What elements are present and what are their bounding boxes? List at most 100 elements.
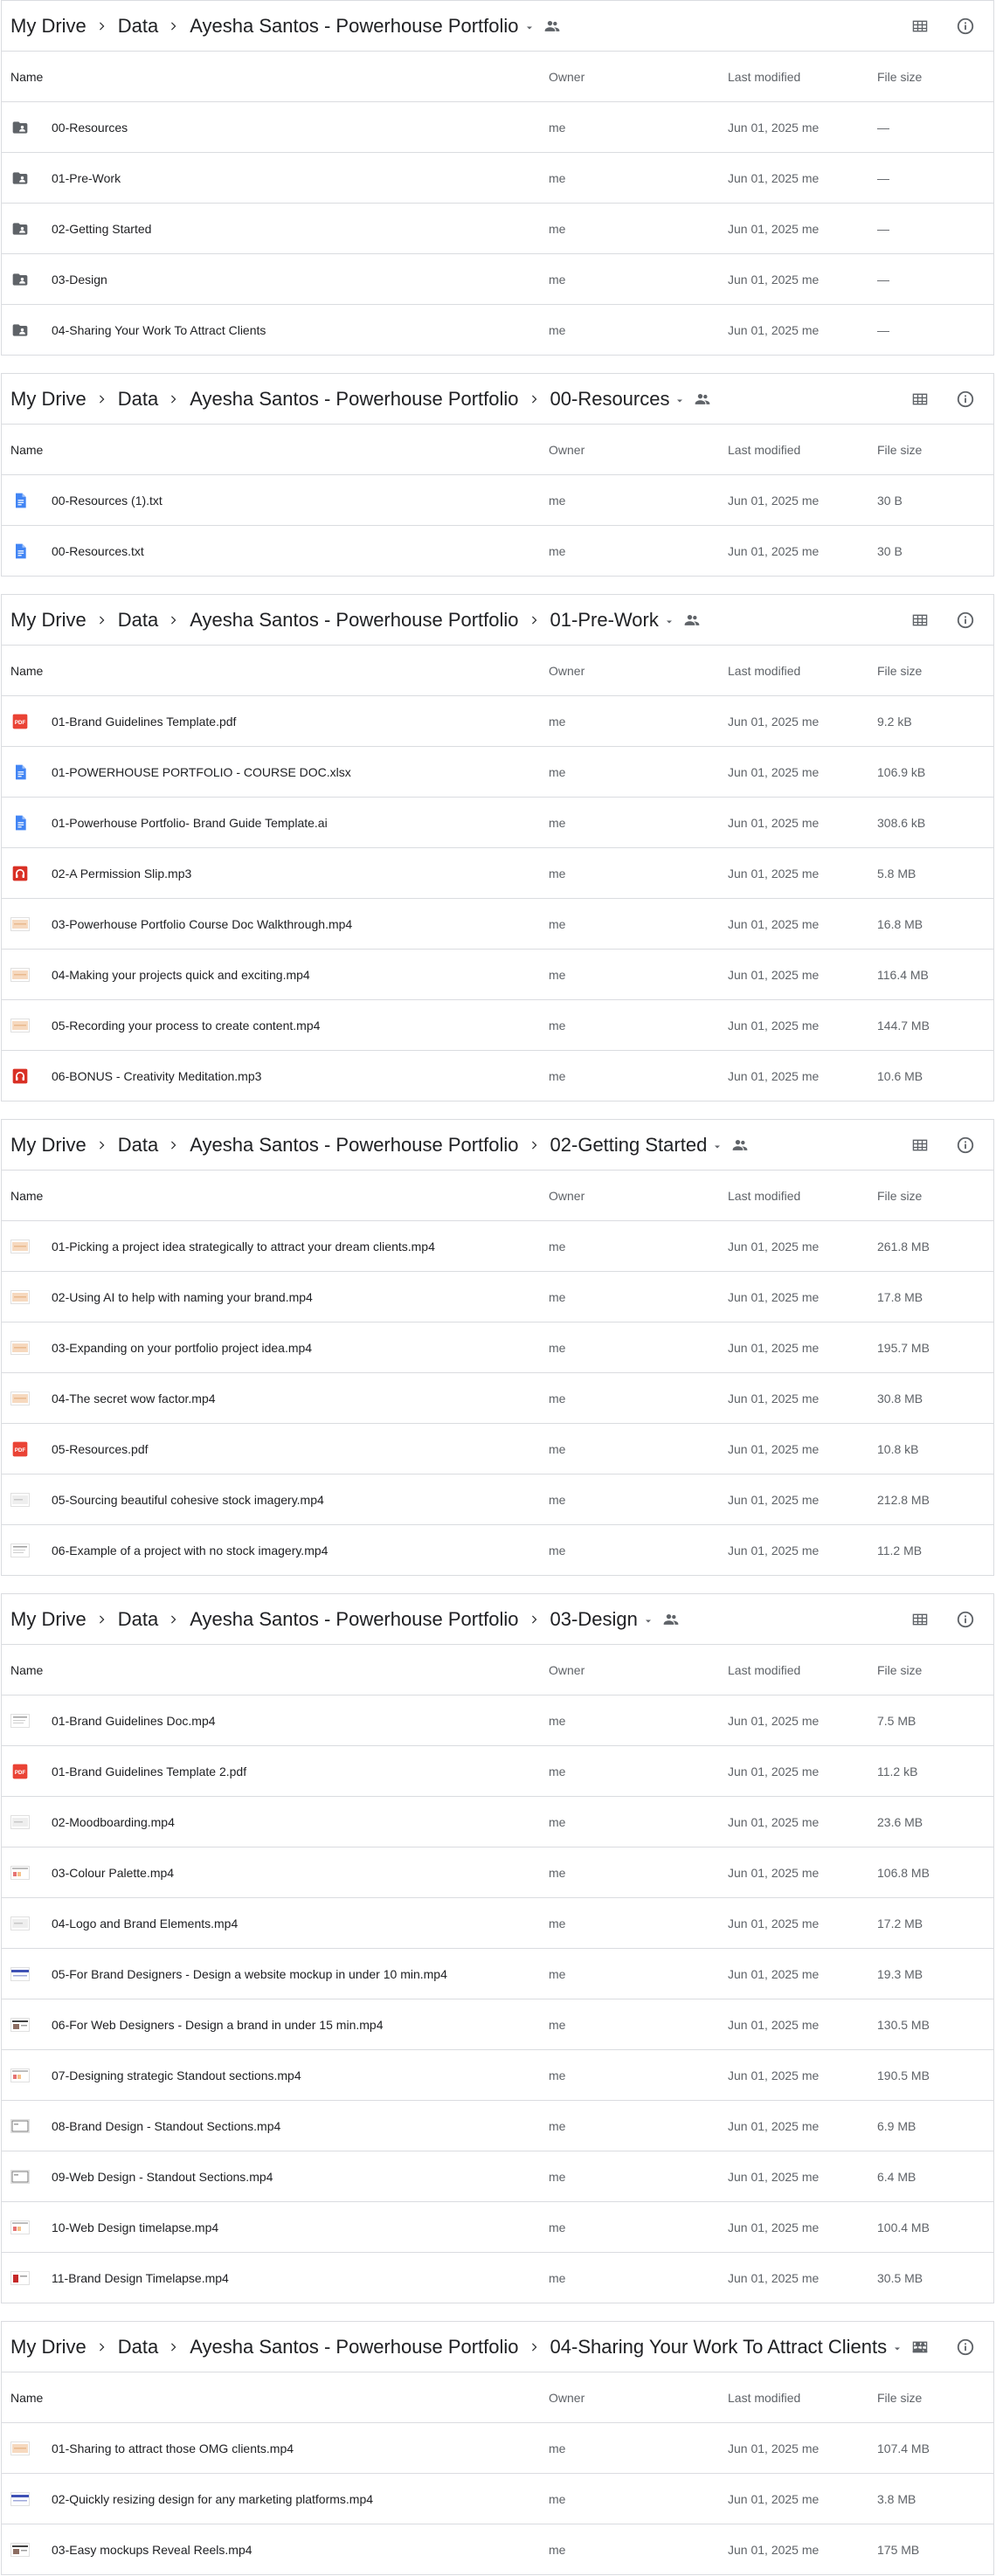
column-header-file-size[interactable]: File size [877,443,922,457]
file-row[interactable]: 03-Design me Jun 01, 2025 me — [2,254,993,305]
file-row[interactable]: 02-Quickly resizing design for any marke… [2,2474,993,2524]
info-icon[interactable] [955,2337,976,2358]
breadcrumb-item[interactable]: Data [118,15,158,38]
breadcrumb-item[interactable]: Ayesha Santos - Powerhouse Portfolio [190,2336,518,2358]
file-row[interactable]: 11-Brand Design Timelapse.mp4 me Jun 01, 2… [2,2253,993,2303]
column-header-name[interactable]: Name [10,664,43,678]
file-row[interactable]: 05-For Brand Designers - Design a websit… [2,1949,993,1999]
breadcrumb-item[interactable]: 02-Getting Started [550,1134,708,1157]
column-header-last-modified[interactable]: Last modified [728,70,800,84]
breadcrumb-item[interactable]: Data [118,1134,158,1157]
dropdown-arrow-icon[interactable] [643,1615,652,1624]
breadcrumb-item[interactable]: Ayesha Santos - Powerhouse Portfolio [190,1134,518,1157]
breadcrumb-item[interactable]: My Drive [10,15,86,38]
file-row[interactable]: 02-Using AI to help with naming your bra… [2,1272,993,1323]
file-row[interactable]: 05-Sourcing beautiful cohesive stock ima… [2,1474,993,1525]
file-row[interactable]: 03-Powerhouse Portfolio Course Doc Walkt… [2,899,993,950]
column-header-file-size[interactable]: File size [877,1189,922,1203]
file-row[interactable]: PDF 01-Brand Guidelines Template 2.pdf me J… [2,1746,993,1797]
file-row[interactable]: 00-Resources (1).txt me Jun 01, 2025 me 30 … [2,475,993,526]
breadcrumb-item[interactable]: My Drive [10,2336,86,2358]
breadcrumb-item[interactable]: My Drive [10,1608,86,1631]
file-row[interactable]: 02-Getting Started me Jun 01, 2025 me — [2,204,993,254]
file-row[interactable]: 03-Colour Palette.mp4 me Jun 01, 2025 me 10… [2,1847,993,1898]
file-row[interactable]: PDF 01-Brand Guidelines Template.pdf me Jun… [2,696,993,747]
column-header-owner[interactable]: Owner [549,70,584,84]
column-header-last-modified[interactable]: Last modified [728,443,800,457]
column-header-name[interactable]: Name [10,70,43,84]
file-row[interactable]: 01-Picking a project idea strategically … [2,1221,993,1272]
info-icon[interactable] [955,1609,976,1630]
dropdown-arrow-icon[interactable] [674,395,683,404]
column-header-owner[interactable]: Owner [549,443,584,457]
dropdown-arrow-icon[interactable] [664,616,673,625]
column-header-file-size[interactable]: File size [877,2391,922,2405]
column-header-last-modified[interactable]: Last modified [728,2391,800,2405]
file-row[interactable]: 10-Web Design timelapse.mp4 me Jun 01, 202… [2,2202,993,2253]
column-header-owner[interactable]: Owner [549,1663,584,1677]
column-header-file-size[interactable]: File size [877,1663,922,1677]
column-header-file-size[interactable]: File size [877,664,922,678]
file-row[interactable]: 01-Sharing to attract those OMG clients.… [2,2423,993,2474]
column-header-owner[interactable]: Owner [549,1189,584,1203]
grid-view-icon[interactable] [910,389,930,410]
file-row[interactable]: 02-A Permission Slip.mp3 me Jun 01, 2025 m… [2,848,993,899]
breadcrumb-item[interactable]: My Drive [10,388,86,411]
breadcrumb-item[interactable]: 03-Design [550,1608,638,1631]
info-icon[interactable] [955,1135,976,1156]
column-header-last-modified[interactable]: Last modified [728,664,800,678]
column-header-owner[interactable]: Owner [549,664,584,678]
file-row[interactable]: 06-For Web Designers - Design a brand in… [2,1999,993,2050]
column-header-name[interactable]: Name [10,443,43,457]
column-header-name[interactable]: Name [10,2391,43,2405]
file-row[interactable]: 00-Resources.txt me Jun 01, 2025 me 30 B [2,526,993,576]
breadcrumb-item[interactable]: Data [118,609,158,632]
file-row[interactable]: 08-Brand Design - Standout Sections.mp4 m… [2,2101,993,2151]
file-row[interactable]: 03-Easy mockups Reveal Reels.mp4 me Jun 01… [2,2524,993,2574]
breadcrumb-item[interactable]: My Drive [10,1134,86,1157]
file-row[interactable]: 07-Designing strategic Standout sections… [2,2050,993,2101]
file-row[interactable]: 00-Resources me Jun 01, 2025 me — [2,102,993,153]
file-row[interactable]: PDF 05-Resources.pdf me Jun 01, 2025 me 10.8… [2,1424,993,1474]
column-header-last-modified[interactable]: Last modified [728,1663,800,1677]
file-row[interactable]: 01-POWERHOUSE PORTFOLIO - COURSE DOC.xls… [2,747,993,798]
file-row[interactable]: 02-Moodboarding.mp4 me Jun 01, 2025 me 23.6… [2,1797,993,1847]
file-row[interactable]: 01-Pre-Work me Jun 01, 2025 me — [2,153,993,204]
breadcrumb-item[interactable]: My Drive [10,609,86,632]
file-row[interactable]: 03-Expanding on your portfolio project i… [2,1323,993,1373]
grid-view-icon[interactable] [910,1135,930,1156]
info-icon[interactable] [955,389,976,410]
column-header-owner[interactable]: Owner [549,2391,584,2405]
file-row[interactable]: 04-Making your projects quick and exciti… [2,950,993,1000]
file-row[interactable]: 06-BONUS - Creativity Meditation.mp3 me Ju… [2,1051,993,1101]
grid-view-icon[interactable] [910,1609,930,1630]
file-row[interactable]: 04-Sharing Your Work To Attract Clients m… [2,305,993,355]
file-row[interactable]: 04-The secret wow factor.mp4 me Jun 01, 20… [2,1373,993,1424]
breadcrumb-item[interactable]: Ayesha Santos - Powerhouse Portfolio [190,609,518,632]
grid-view-icon[interactable] [910,610,930,631]
info-icon[interactable] [955,16,976,37]
grid-view-icon[interactable] [910,2337,930,2358]
column-header-file-size[interactable]: File size [877,70,922,84]
breadcrumb-item[interactable]: Ayesha Santos - Powerhouse Portfolio [190,15,518,38]
info-icon[interactable] [955,610,976,631]
file-row[interactable]: 09-Web Design - Standout Sections.mp4 me J… [2,2151,993,2202]
column-header-name[interactable]: Name [10,1189,43,1203]
file-row[interactable]: 01-Brand Guidelines Doc.mp4 me Jun 01, 202… [2,1695,993,1746]
file-row[interactable]: 06-Example of a project with no stock im… [2,1525,993,1575]
breadcrumb-item[interactable]: 04-Sharing Your Work To Attract Clients [550,2336,888,2358]
file-row[interactable]: 01-Powerhouse Portfolio- Brand Guide Tem… [2,798,993,848]
breadcrumb-item[interactable]: Data [118,1608,158,1631]
column-header-name[interactable]: Name [10,1663,43,1677]
dropdown-arrow-icon[interactable] [892,2343,901,2352]
breadcrumb-item[interactable]: 00-Resources [550,388,670,411]
breadcrumb-item[interactable]: 01-Pre-Work [550,609,659,632]
breadcrumb-item[interactable]: Data [118,2336,158,2358]
breadcrumb-item[interactable]: Ayesha Santos - Powerhouse Portfolio [190,388,518,411]
file-row[interactable]: 04-Logo and Brand Elements.mp4 me Jun 01, … [2,1898,993,1949]
column-header-last-modified[interactable]: Last modified [728,1189,800,1203]
dropdown-arrow-icon[interactable] [712,1141,721,1150]
file-row[interactable]: 05-Recording your process to create cont… [2,1000,993,1051]
dropdown-arrow-icon[interactable] [524,22,533,31]
breadcrumb-item[interactable]: Data [118,388,158,411]
